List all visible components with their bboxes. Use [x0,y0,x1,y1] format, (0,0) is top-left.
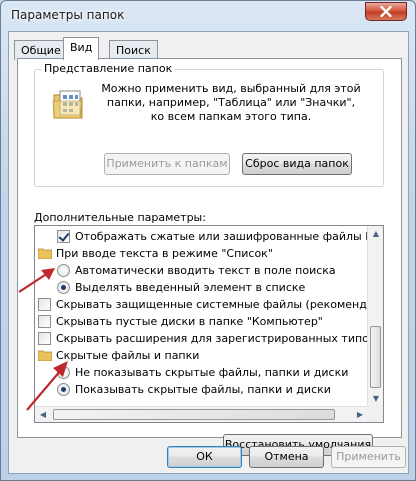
list-item[interactable]: Скрывать пустые диски в папке "Компьютер… [35,313,369,330]
scroll-left-icon[interactable]: ◀ [35,407,51,422]
checkbox[interactable] [38,332,51,345]
list-item[interactable]: Не показывать скрытые файлы, папки и дис… [35,364,369,381]
list-item[interactable]: Отображать сжатые или зашифрованные файл… [35,228,369,245]
list-item[interactable]: Выделять введенный элемент в списке [35,279,369,296]
view-tab-panel: Представление папок Можно применить вид,… [17,58,402,456]
window-title: Параметры папок [11,8,125,22]
cancel-button[interactable]: Отмена [249,446,324,468]
list-item-label: Не показывать скрытые файлы, папки и дис… [75,366,349,379]
horizontal-scrollbar[interactable]: ◀ ▶ [35,406,368,422]
scroll-down-icon[interactable]: ▼ [368,391,383,407]
list-item-label: Выделять введенный элемент в списке [75,281,306,294]
checkbox[interactable] [38,315,51,328]
list-item-label: Скрывать защищенные системные файлы (рек… [56,298,369,311]
list-item-label: Автоматически вводить текст в поле поиск… [75,264,336,277]
radio-button[interactable] [57,264,70,277]
list-item: При вводе текста в режиме "Список" [35,245,369,262]
radio-button[interactable] [57,281,70,294]
folder-view-description: Можно применить вид, выбранный для этой … [99,82,363,124]
radio-button[interactable] [57,383,70,396]
horizontal-scroll-thumb[interactable] [53,409,335,420]
list-item[interactable]: Скрывать расширения для зарегистрированн… [35,330,369,347]
dialog-body: Общие Вид Поиск Представление папок Можн… [8,31,409,474]
apply-button[interactable]: Применить [331,446,406,468]
vertical-scrollbar[interactable]: ▲ ▼ [367,226,383,407]
reset-folders-button[interactable]: Сброс вида папок [242,153,352,175]
description-line: Можно применить вид, выбранный для этой [101,82,361,95]
checkbox[interactable] [38,298,51,311]
list-item[interactable]: Скрывать защищенные системные файлы (рек… [35,296,369,313]
list-item-label: Скрывать пустые диски в папке "Компьютер… [56,315,323,328]
folder-view-legend: Представление папок [41,62,176,75]
folder-view-icon [52,90,83,119]
checkbox[interactable] [57,230,70,243]
radio-button[interactable] [57,366,70,379]
ok-button[interactable]: ОК [167,446,242,468]
apply-to-folders-button[interactable]: Применить к папкам [104,153,230,175]
close-icon [380,6,392,17]
list-item-label: Показывать скрытые файлы, папки и диски [75,383,331,396]
list-item-label: При вводе текста в режиме "Список" [56,247,273,260]
tab-search[interactable]: Поиск [109,40,158,60]
vertical-scroll-thumb[interactable] [370,326,381,388]
description-line: папки, например, "Таблица" или "Значки", [106,96,356,109]
close-button[interactable] [365,2,407,21]
folder-view-group: Представление папок Можно применить вид,… [34,62,384,187]
list-item-label: Скрытые файлы и папки [56,349,200,362]
scroll-up-icon[interactable]: ▲ [368,226,383,242]
folder-options-window: Параметры папок Общие Вид Поиск Представ… [0,0,416,481]
folder-icon [38,248,52,259]
tab-view[interactable]: Вид [63,37,100,60]
list-item-label: Отображать сжатые или зашифрованные файл… [75,230,369,243]
folder-icon [38,350,52,361]
title-bar[interactable]: Параметры папок [1,1,415,31]
scroll-right-icon[interactable]: ▶ [352,407,368,422]
advanced-settings-list[interactable]: Отображать сжатые или зашифрованные файл… [34,225,384,423]
list-item[interactable]: Автоматически вводить текст в поле поиск… [35,262,369,279]
tab-general[interactable]: Общие [14,40,68,60]
advanced-settings-label: Дополнительные параметры: [34,211,206,224]
description-line: ко всем папкам этого типа. [150,110,312,123]
list-item-label: Скрывать расширения для зарегистрированн… [56,332,369,345]
list-item: Скрытые файлы и папки [35,347,369,364]
list-item[interactable]: Показывать скрытые файлы, папки и диски [35,381,369,398]
scrollbar-corner [367,406,383,422]
